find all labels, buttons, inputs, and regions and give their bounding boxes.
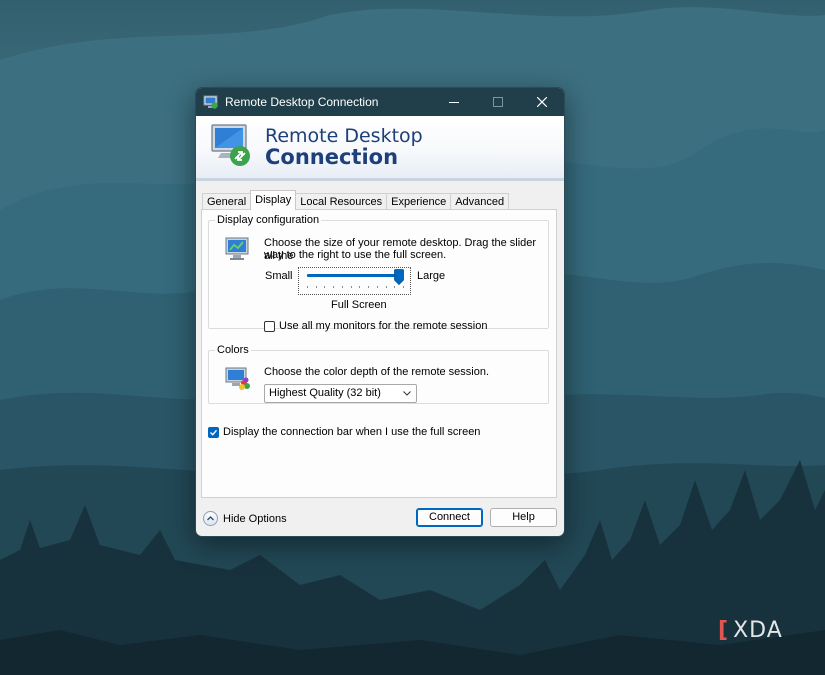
hide-options-toggle[interactable]: Hide Options — [203, 511, 287, 526]
close-button[interactable] — [520, 88, 564, 116]
display-tab-panel: Display configuration Choose the size of… — [201, 209, 557, 498]
watermark-text: XDA — [733, 618, 783, 643]
tab-experience[interactable]: Experience — [386, 193, 452, 210]
tab-general[interactable]: General — [202, 193, 252, 210]
slider-track — [307, 274, 403, 277]
hide-options-button[interactable] — [203, 511, 218, 526]
connection-bar-checkbox-row[interactable]: Display the connection bar when I use th… — [208, 426, 480, 438]
chevron-down-icon — [403, 391, 411, 396]
color-palette-monitor-icon — [225, 367, 250, 390]
slider-tick — [307, 286, 308, 288]
maximize-icon — [493, 97, 503, 107]
display-size-slider[interactable] — [298, 267, 411, 295]
checkbox-label: Use all my monitors for the remote sessi… — [279, 320, 488, 332]
remote-desktop-logo-icon — [211, 124, 250, 166]
colors-description: Choose the color depth of the remote ses… — [264, 366, 490, 378]
monitor-icon — [225, 237, 249, 260]
minimize-icon — [449, 102, 459, 103]
xda-logo-icon: [ — [718, 618, 730, 643]
minimize-button[interactable] — [432, 88, 476, 116]
tab-strip: General Display Local Resources Experien… — [202, 190, 510, 210]
display-configuration-group: Display configuration Choose the size of… — [208, 214, 549, 332]
window-title: Remote Desktop Connection — [225, 95, 379, 109]
slider-tick — [351, 286, 352, 288]
slider-tick — [324, 286, 325, 288]
hide-options-label: Hide Options — [223, 512, 287, 525]
slider-fill — [307, 274, 403, 277]
remote-desktop-window: Remote Desktop Connection Remote Desktop… — [195, 87, 565, 537]
slider-tick — [359, 286, 360, 288]
slider-ticks — [307, 286, 404, 289]
checkbox-box-checked[interactable] — [208, 426, 219, 438]
maximize-button[interactable] — [476, 88, 520, 116]
banner-title-line1: Remote Desktop — [265, 125, 423, 147]
close-icon — [537, 97, 547, 107]
slider-tick — [377, 286, 378, 288]
banner: Remote Desktop Connection — [196, 116, 564, 181]
use-all-monitors-checkbox[interactable]: Use all my monitors for the remote sessi… — [264, 320, 487, 332]
color-depth-selected: Highest Quality (32 bit) — [269, 387, 381, 399]
slider-tick — [333, 286, 334, 288]
slider-tick — [316, 286, 317, 288]
slider-min-label: Small — [265, 270, 293, 282]
connect-button[interactable]: Connect — [416, 508, 483, 527]
chevron-up-icon — [207, 516, 214, 521]
slider-tick — [394, 286, 395, 288]
slider-tick — [403, 286, 404, 288]
colors-legend: Colors — [217, 344, 249, 356]
colors-group: Colors Choose the color depth of the rem… — [208, 344, 549, 404]
tab-display[interactable]: Display — [250, 190, 297, 210]
help-button[interactable]: Help — [490, 508, 557, 527]
title-bar[interactable]: Remote Desktop Connection — [196, 88, 564, 116]
color-depth-dropdown[interactable]: Highest Quality (32 bit) — [264, 384, 417, 403]
xda-watermark: [ XDA — [718, 618, 783, 643]
display-description-line2: way to the right to use the full screen. — [264, 249, 447, 261]
remote-desktop-app-icon — [203, 95, 218, 109]
banner-title-line2: Connection — [265, 145, 399, 169]
slider-tick — [386, 286, 387, 288]
slider-tick — [342, 286, 343, 288]
slider-tick — [368, 286, 369, 288]
connection-bar-label: Display the connection bar when I use th… — [223, 426, 481, 438]
display-configuration-legend: Display configuration — [217, 214, 320, 226]
checkbox-box[interactable] — [264, 320, 275, 332]
checkmark-icon — [210, 429, 218, 436]
slider-thumb[interactable] — [394, 269, 404, 285]
tab-advanced[interactable]: Advanced — [450, 193, 510, 210]
slider-value-label: Full Screen — [331, 299, 387, 311]
tab-local-resources[interactable]: Local Resources — [295, 193, 388, 210]
slider-max-label: Large — [417, 270, 446, 282]
